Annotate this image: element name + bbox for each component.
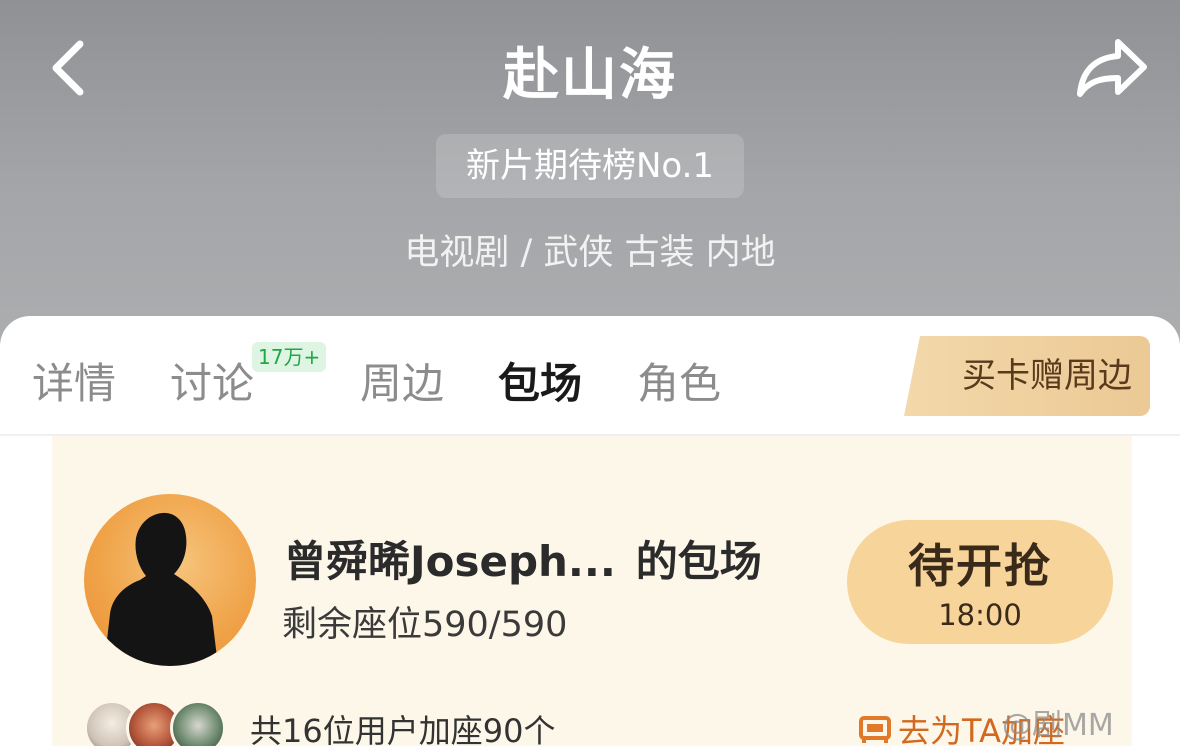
host-title: 曾舜晞Joseph... 的包场 — [284, 528, 762, 589]
joined-users-avatars[interactable] — [84, 700, 234, 746]
grab-button-label: 待开抢 — [908, 539, 1052, 593]
share-button[interactable] — [1074, 36, 1150, 100]
header-area: 赴山海 新片期待榜No.1 电视剧 / 武侠 古装 内地 — [0, 0, 1180, 340]
content-panel: 详情 讨论 17万+ 周边 包场 角色 买卡赠周边 曾舜晞Joseph... 的包… — [0, 316, 1180, 746]
tab-private-screening[interactable]: 包场 — [498, 350, 582, 411]
host-name[interactable]: 曾舜晞Joseph... — [284, 528, 616, 589]
buy-card-promo-button[interactable]: 买卡赠周边 — [904, 336, 1150, 416]
tab-details[interactable]: 详情 — [32, 350, 116, 411]
tab-bar: 详情 讨论 17万+ 周边 包场 角色 买卡赠周边 — [0, 316, 1180, 436]
tab-merch[interactable]: 周边 — [360, 350, 444, 411]
sofa-icon — [859, 716, 891, 743]
page-title: 赴山海 — [503, 43, 677, 108]
genre-line: 电视剧 / 武侠 古装 内地 — [404, 233, 776, 273]
tab-characters[interactable]: 角色 — [637, 350, 721, 411]
share-icon — [1077, 39, 1147, 97]
silhouette-icon — [104, 512, 218, 666]
joined-summary: 共16位用户加座90个 — [250, 712, 556, 746]
grab-ticket-button[interactable]: 待开抢 18:00 — [847, 520, 1113, 644]
remaining-seats: 剩余座位590/590 — [282, 605, 568, 645]
host-suffix: 的包场 — [635, 537, 762, 586]
discussion-count-badge: 17万+ — [252, 342, 327, 372]
user-avatar-3 — [170, 700, 226, 746]
host-avatar[interactable] — [84, 494, 256, 666]
grab-button-time: 18:00 — [938, 598, 1022, 632]
screening-card: 曾舜晞Joseph... 的包场 剩余座位590/590 待开抢 18:00 共1… — [52, 436, 1132, 746]
rank-badge[interactable]: 新片期待榜No.1 — [436, 134, 744, 198]
watermark: @剧MM — [1002, 708, 1114, 743]
tab-discussion[interactable]: 讨论 — [170, 350, 254, 411]
